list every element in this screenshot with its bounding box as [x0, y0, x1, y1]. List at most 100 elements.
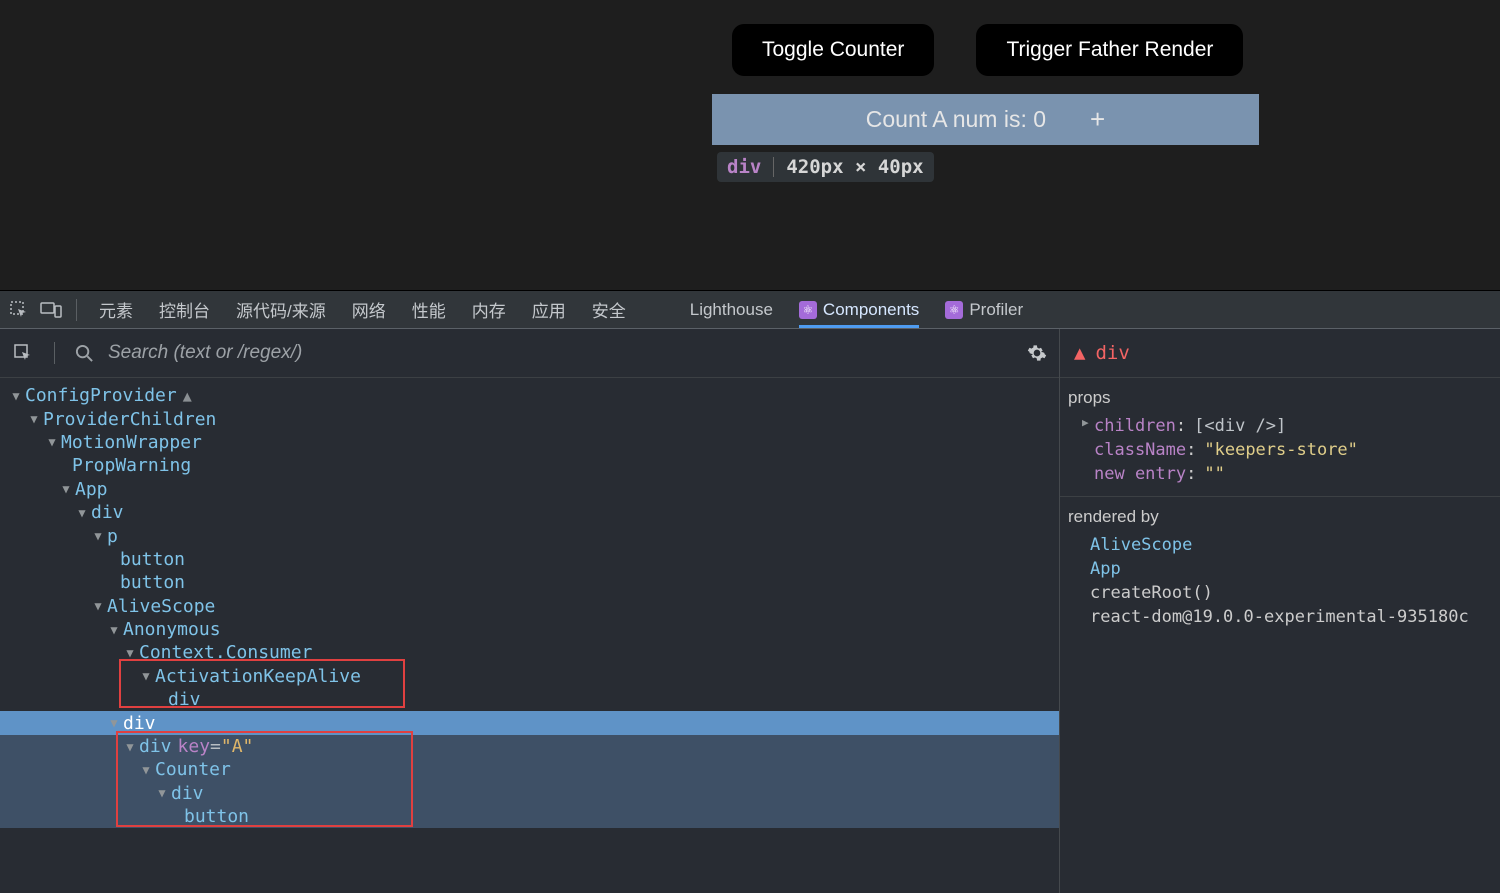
- prop-key: new entry: [1094, 464, 1186, 484]
- devtools-tabbar: 元素 控制台 源代码/来源 网络 性能 内存 应用 安全 Lighthouse …: [0, 290, 1500, 329]
- caret-down-icon[interactable]: ▼: [156, 786, 168, 800]
- caret-down-icon[interactable]: ▼: [60, 482, 72, 496]
- element-dimension-tooltip: div 420px × 40px: [717, 152, 934, 182]
- caret-down-icon[interactable]: ▼: [108, 623, 120, 637]
- component-name: Counter: [155, 759, 231, 780]
- tree-node[interactable]: ▼p: [0, 524, 1059, 547]
- props-section: props ▶children:[<div />] className:"kee…: [1060, 378, 1500, 497]
- element-name: div: [91, 502, 124, 523]
- component-name: MotionWrapper: [61, 432, 202, 453]
- devtools-tabs: 元素 控制台 源代码/来源 网络 性能 内存 应用 安全 Lighthouse …: [91, 291, 1023, 328]
- element-name: div: [123, 713, 156, 734]
- section-title: props: [1068, 388, 1492, 408]
- tab-label: Profiler: [969, 300, 1023, 320]
- tree-node[interactable]: div: [0, 688, 1059, 711]
- tab-profiler[interactable]: ⚛ Profiler: [945, 291, 1023, 328]
- tree-node[interactable]: ▼ActivationKeepAlive: [0, 665, 1059, 688]
- tab-memory[interactable]: 内存: [472, 291, 506, 328]
- tab-label: Components: [823, 300, 919, 320]
- tab-network[interactable]: 网络: [352, 291, 386, 328]
- tree-node[interactable]: ▼ConfigProvider▲: [0, 384, 1059, 407]
- caret-down-icon[interactable]: ▼: [92, 529, 104, 543]
- tree-node[interactable]: ▼App: [0, 478, 1059, 501]
- tree-node[interactable]: button: [0, 548, 1059, 571]
- prop-value: "keepers-store": [1204, 440, 1358, 460]
- tree-node[interactable]: button: [0, 571, 1059, 594]
- component-name: App: [75, 479, 108, 500]
- attr-value: "A": [221, 736, 254, 757]
- element-name: div: [139, 736, 172, 757]
- tree-node[interactable]: ▼MotionWrapper: [0, 431, 1059, 454]
- element-name: button: [120, 572, 185, 593]
- prop-value: "": [1204, 464, 1224, 484]
- dimension-text: 420px × 40px: [786, 156, 923, 178]
- caret-down-icon[interactable]: ▼: [76, 506, 88, 520]
- tree-node[interactable]: ▼Anonymous: [0, 618, 1059, 641]
- rendered-by-item: createRoot(): [1068, 581, 1492, 605]
- caret-down-icon[interactable]: ▼: [140, 669, 152, 683]
- caret-down-icon[interactable]: ▼: [46, 435, 58, 449]
- tree-node[interactable]: ▼Context.Consumer: [0, 641, 1059, 664]
- prop-row-new[interactable]: new entry:"": [1068, 462, 1492, 486]
- trigger-father-render-button[interactable]: Trigger Father Render: [976, 24, 1243, 76]
- caret-down-icon[interactable]: ▼: [28, 412, 40, 426]
- rendered-by-item[interactable]: AliveScope: [1068, 533, 1492, 557]
- component-tree[interactable]: ▼ConfigProvider▲ ▼ProviderChildren ▼Moti…: [0, 378, 1059, 893]
- element-name: div: [168, 689, 201, 710]
- warning-badge-icon: ▲: [183, 387, 192, 405]
- inspect-element-icon[interactable]: [8, 299, 30, 321]
- search-wrap: [75, 342, 1011, 364]
- tab-components[interactable]: ⚛ Components: [799, 291, 919, 328]
- react-icon: ⚛: [799, 301, 817, 319]
- toggle-counter-button[interactable]: Toggle Counter: [732, 24, 934, 76]
- separator: [54, 342, 55, 364]
- increment-button[interactable]: +: [1090, 104, 1105, 135]
- tree-node[interactable]: ▼divkey="A": [0, 735, 1059, 758]
- caret-down-icon[interactable]: ▼: [10, 389, 22, 403]
- tab-sources[interactable]: 源代码/来源: [236, 291, 326, 328]
- react-icon: ⚛: [945, 301, 963, 319]
- caret-right-icon[interactable]: ▶: [1082, 416, 1094, 436]
- tree-node[interactable]: ▼div: [0, 501, 1059, 524]
- tree-node[interactable]: button: [0, 805, 1059, 828]
- caret-down-icon[interactable]: ▼: [140, 763, 152, 777]
- attr-equals: =: [210, 736, 221, 757]
- tree-toolbar: [0, 329, 1059, 378]
- select-element-icon[interactable]: [12, 342, 34, 364]
- caret-down-icon[interactable]: ▼: [108, 716, 120, 730]
- tree-node[interactable]: PropWarning: [0, 454, 1059, 477]
- settings-gear-icon[interactable]: [1027, 343, 1047, 363]
- component-tree-pane: ▼ConfigProvider▲ ▼ProviderChildren ▼Moti…: [0, 329, 1060, 893]
- component-name: Context.Consumer: [139, 642, 312, 663]
- tree-node-selected[interactable]: ▼div: [0, 711, 1059, 734]
- app-button-row: Toggle Counter Trigger Father Render: [732, 24, 1243, 76]
- rendered-by-section: rendered by AliveScope App createRoot() …: [1060, 497, 1500, 639]
- count-text: Count A num is: 0: [866, 106, 1046, 133]
- tree-node[interactable]: ▼Counter: [0, 758, 1059, 781]
- rendered-link[interactable]: App: [1090, 559, 1121, 579]
- element-name: button: [184, 806, 249, 827]
- prop-row[interactable]: ▶children:[<div />]: [1068, 414, 1492, 438]
- tree-node[interactable]: ▼div: [0, 782, 1059, 805]
- tree-node[interactable]: ▼ProviderChildren: [0, 407, 1059, 430]
- caret-down-icon[interactable]: ▼: [92, 599, 104, 613]
- warning-triangle-icon: ▲: [1074, 342, 1085, 364]
- tab-lighthouse[interactable]: Lighthouse: [690, 291, 773, 328]
- tree-node[interactable]: ▼AliveScope: [0, 595, 1059, 618]
- tab-security[interactable]: 安全: [592, 291, 626, 328]
- caret-down-icon[interactable]: ▼: [124, 646, 136, 660]
- device-toggle-icon[interactable]: [40, 299, 62, 321]
- tab-elements[interactable]: 元素: [99, 291, 133, 328]
- prop-key: children: [1094, 416, 1176, 436]
- prop-row[interactable]: className:"keepers-store": [1068, 438, 1492, 462]
- component-name: PropWarning: [72, 455, 191, 476]
- tab-performance[interactable]: 性能: [412, 291, 446, 328]
- caret-down-icon[interactable]: ▼: [124, 740, 136, 754]
- tab-console[interactable]: 控制台: [159, 291, 210, 328]
- rendered-by-item[interactable]: App: [1068, 557, 1492, 581]
- search-input[interactable]: [108, 342, 1011, 364]
- rendered-link[interactable]: AliveScope: [1090, 535, 1192, 555]
- selected-component-name: div: [1095, 342, 1129, 364]
- component-name: Anonymous: [123, 619, 221, 640]
- tab-application[interactable]: 应用: [532, 291, 566, 328]
